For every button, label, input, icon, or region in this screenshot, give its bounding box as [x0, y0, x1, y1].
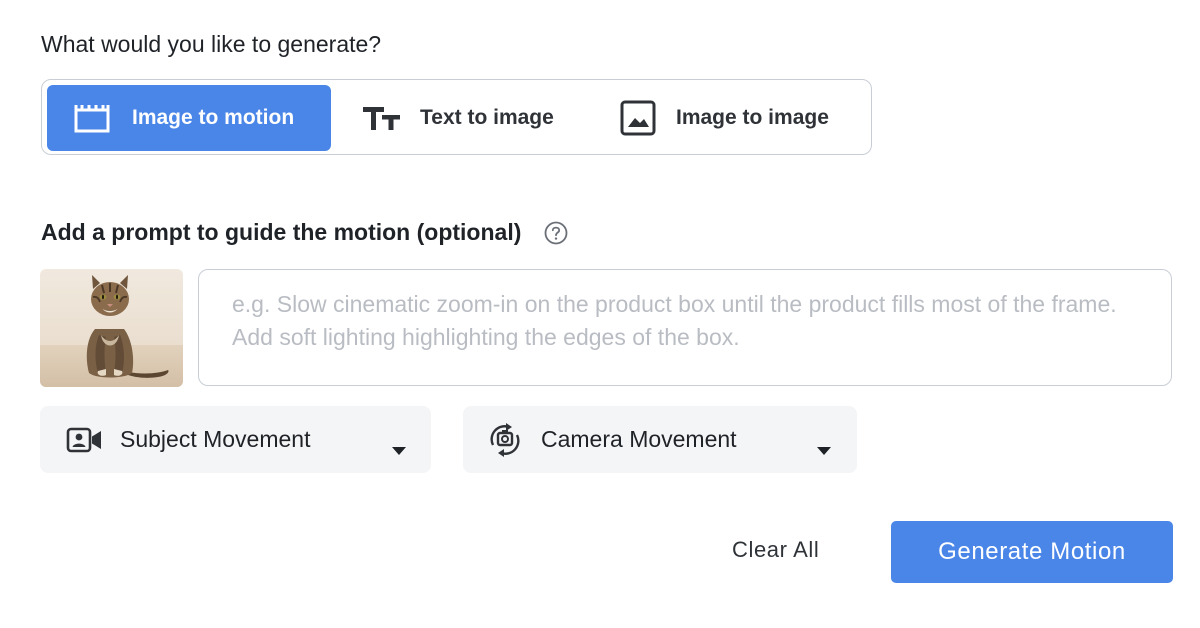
mode-image-to-motion-button[interactable]: Image to motion — [47, 85, 331, 151]
mode-image-to-image-button[interactable]: Image to image — [620, 85, 860, 151]
motion-prompt-input[interactable] — [232, 288, 1139, 368]
mode-text-to-image-label: Text to image — [420, 106, 554, 129]
motion-prompt-box — [198, 269, 1172, 386]
chevron-down-icon — [816, 435, 832, 462]
rotate-camera-icon — [485, 420, 525, 460]
subject-movement-dropdown[interactable]: Subject Movement — [40, 406, 431, 473]
generate-question: What would you like to generate? — [41, 31, 382, 57]
prompt-heading-text: Add a prompt to guide the motion (option… — [41, 219, 522, 245]
camera-movement-label: Camera Movement — [541, 426, 737, 452]
text-size-icon — [362, 104, 402, 132]
camera-movement-dropdown[interactable]: Camera Movement — [463, 406, 857, 473]
mode-image-to-image-label: Image to image — [676, 106, 829, 129]
clapperboard-icon — [74, 103, 110, 133]
prompt-heading: Add a prompt to guide the motion (option… — [41, 219, 569, 246]
cat-photo — [40, 269, 183, 387]
help-circle-icon[interactable] — [543, 220, 569, 246]
generate-motion-button[interactable]: Generate Motion — [891, 521, 1173, 583]
source-image-thumbnail[interactable] — [40, 269, 183, 387]
generation-mode-selector: Image to motion Text to image Image to i… — [41, 79, 872, 155]
subject-movement-label: Subject Movement — [120, 426, 311, 452]
chevron-down-icon — [391, 435, 407, 462]
mode-text-to-image-button[interactable]: Text to image — [362, 85, 612, 151]
subject-camera-icon — [66, 427, 104, 453]
clear-all-button[interactable]: Clear All — [732, 537, 819, 563]
mode-image-to-motion-label: Image to motion — [132, 106, 295, 129]
image-icon — [620, 100, 656, 136]
